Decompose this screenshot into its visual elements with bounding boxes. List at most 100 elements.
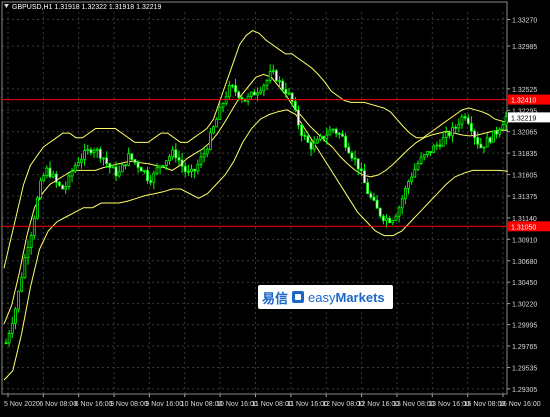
candle-bull xyxy=(482,146,486,149)
time-tick-label: 6 Nov 08:00 xyxy=(39,401,77,408)
candle-bull xyxy=(271,70,275,73)
candle-bull xyxy=(23,257,27,278)
candle-bull xyxy=(407,181,410,189)
candle-bear xyxy=(466,117,470,124)
price-chart[interactable]: 1.33270 1.32985 1.32525 1.32295 1.32065 1.318… xyxy=(0,0,550,412)
candle-bull xyxy=(492,130,495,143)
candle-bull xyxy=(17,290,20,310)
candle-bull xyxy=(152,172,156,183)
candle-bull xyxy=(111,166,115,169)
price-tick-label: 1.33270 xyxy=(512,17,537,24)
price-tick-label: 1.32525 xyxy=(512,87,537,94)
candle-bull xyxy=(444,132,448,139)
chart-canvas[interactable]: 1.332701.329851.325251.322951.320651.318… xyxy=(0,0,550,412)
candle-bear xyxy=(322,135,326,140)
candle-bear xyxy=(334,128,338,134)
candle-bear xyxy=(275,70,278,82)
candle-bear xyxy=(293,101,297,111)
time-tick-label: 9 Nov 16:00 xyxy=(145,401,183,408)
candle-bull xyxy=(7,333,11,344)
candle-bear xyxy=(180,159,184,167)
candle-bull xyxy=(45,167,49,177)
candle-bear xyxy=(149,180,153,183)
candle-bull xyxy=(95,148,99,152)
candle-bull xyxy=(209,132,212,150)
candle-bull xyxy=(127,153,131,166)
candle-bull xyxy=(394,215,398,221)
candle-bull xyxy=(403,187,407,200)
candle-bear xyxy=(177,157,181,161)
candle-bear xyxy=(488,137,492,143)
candle-bear xyxy=(284,89,288,94)
candle-bull xyxy=(212,126,215,134)
candle-bear xyxy=(350,152,354,159)
candle-bull xyxy=(196,163,200,172)
candle-bull xyxy=(10,322,14,334)
candle-bear xyxy=(476,137,480,145)
symbol-info-label: GBPUSD,H1 1.31918 1.32322 1.31918 1.3221… xyxy=(12,4,162,11)
candle-bear xyxy=(139,167,143,172)
price-tick-label: 1.29995 xyxy=(512,323,537,330)
candle-bull xyxy=(64,186,68,190)
candle-bull xyxy=(39,180,42,199)
candle-bear xyxy=(237,91,241,98)
candle-bull xyxy=(328,129,332,136)
candle-bear xyxy=(281,80,285,90)
candle-bear xyxy=(240,97,244,100)
candle-bull xyxy=(73,165,77,172)
broker-watermark: 易信 easyMarkets xyxy=(258,285,393,309)
price-tick-label: 1.29305 xyxy=(512,387,537,394)
candle-bull xyxy=(186,171,190,173)
price-tick-label: 1.29535 xyxy=(512,365,537,372)
candle-bull xyxy=(20,277,24,292)
candle-bull xyxy=(441,137,445,147)
level-price-label: 1.32410 xyxy=(511,98,536,105)
candle-bull xyxy=(161,165,165,167)
time-tick-label: 6 Nov 16:00 xyxy=(75,401,113,408)
candle-bull xyxy=(26,247,30,258)
candle-bear xyxy=(375,199,379,209)
candle-bull xyxy=(158,165,162,169)
candle-bull xyxy=(92,150,96,154)
candle-bull xyxy=(29,235,33,248)
watermark-brand: easyMarkets xyxy=(308,290,385,305)
candle-bear xyxy=(388,217,392,224)
price-tick-label: 1.30680 xyxy=(512,259,537,266)
candle-bear xyxy=(356,158,360,170)
candle-bull xyxy=(205,148,209,155)
candle-bear xyxy=(114,166,118,177)
candle-bear xyxy=(297,109,300,126)
candle-bear xyxy=(454,126,458,129)
candle-bear xyxy=(130,153,134,160)
candle-bull xyxy=(432,145,436,154)
candle-bull xyxy=(120,164,124,173)
time-tick-label: 5 Nov 2020 xyxy=(4,401,40,408)
candle-bear xyxy=(369,193,373,198)
price-tick-label: 1.31605 xyxy=(512,173,537,180)
candle-bull xyxy=(385,217,388,221)
candle-bear xyxy=(479,143,483,149)
candle-bull xyxy=(190,168,193,172)
candle-bull xyxy=(76,162,80,166)
candle-bear xyxy=(234,85,237,93)
candle-bear xyxy=(363,170,366,184)
candle-bear xyxy=(174,149,178,158)
candle-bear xyxy=(303,134,307,137)
candle-bear xyxy=(309,141,313,150)
candle-bull xyxy=(51,173,55,178)
candle-bear xyxy=(58,181,61,186)
candle-bear xyxy=(344,135,348,148)
candle-bull xyxy=(14,308,17,324)
level-price-label: 1.31050 xyxy=(511,224,536,231)
price-tick-label: 1.31835 xyxy=(512,151,537,158)
candle-bull xyxy=(168,156,171,162)
candle-bull xyxy=(83,150,87,160)
price-tick-label: 1.30220 xyxy=(512,302,537,309)
candle-bull xyxy=(410,176,414,182)
candle-bear xyxy=(253,91,256,96)
current-price-label: 1.32219 xyxy=(511,115,536,122)
candle-bear xyxy=(4,342,8,345)
candle-bear xyxy=(447,132,451,137)
candle-bull xyxy=(413,169,417,178)
candle-bull xyxy=(215,119,219,128)
